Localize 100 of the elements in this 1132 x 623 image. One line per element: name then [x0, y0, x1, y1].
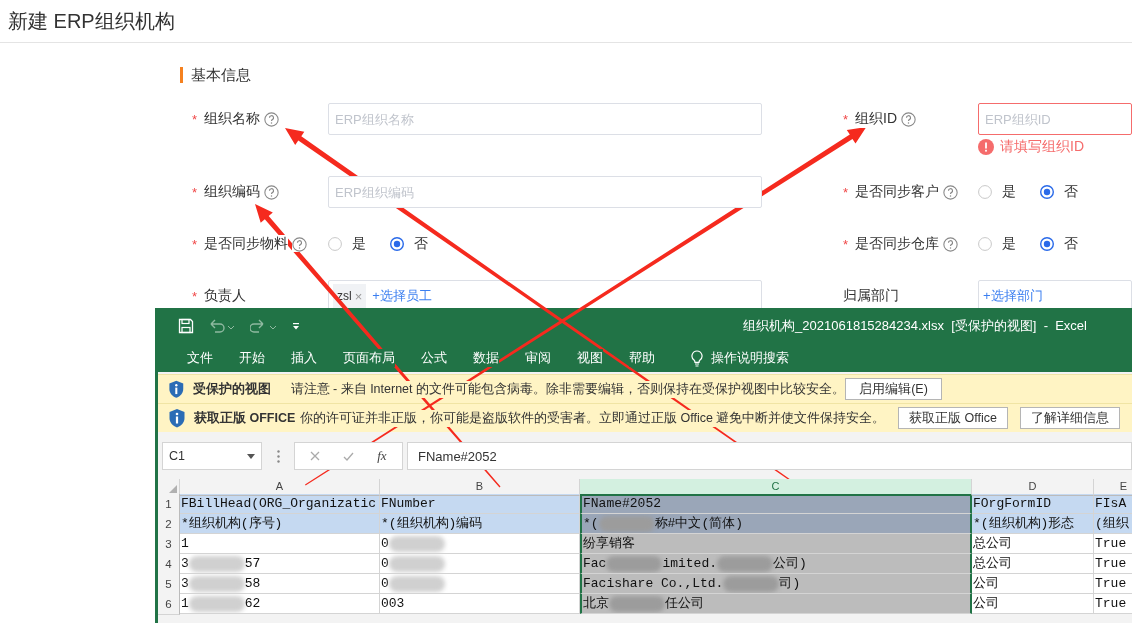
row-header[interactable]: 1 [158, 494, 180, 515]
cell-text: Facishare Co.,Ltd. [583, 575, 724, 593]
cell-text: *组织机构(序号) [181, 515, 283, 533]
cell-text: *( [583, 515, 599, 533]
radio-option[interactable]: 否 [1040, 235, 1078, 253]
help-icon[interactable] [264, 111, 280, 127]
message-bar-button[interactable]: 启用编辑(E) [845, 378, 942, 400]
tell-me-search[interactable]: 操作说明搜索 [691, 349, 789, 367]
radio-button [1040, 185, 1054, 199]
field-label: 是否同步物料 [204, 235, 289, 253]
help-icon[interactable] [901, 111, 917, 127]
radio-option[interactable]: 否 [390, 235, 428, 253]
cell-text: True [1095, 555, 1127, 573]
help-icon[interactable] [943, 184, 959, 200]
save-icon[interactable] [178, 318, 194, 334]
cell-text: 003 [381, 595, 405, 613]
column-header[interactable]: C [580, 479, 972, 496]
error-message: 请填写组织ID [1000, 138, 1084, 156]
radio-button [328, 237, 342, 251]
check-icon[interactable] [343, 451, 355, 461]
ribbon-tab[interactable]: 文件 [187, 349, 213, 367]
cell-text: FName#2052 [583, 495, 661, 513]
cell-text: 公司) [773, 555, 807, 573]
blurred-patch [717, 555, 773, 572]
radio-option[interactable]: 是 [978, 235, 1016, 253]
cell-text: FIsA [1095, 495, 1127, 513]
help-icon[interactable] [292, 236, 308, 252]
field-label: 组织ID [855, 110, 898, 128]
row-header[interactable]: 4 [158, 554, 180, 575]
message-bar-button[interactable]: 获取正版 Office [898, 407, 1008, 429]
dropdown-caret-icon[interactable] [247, 453, 255, 459]
formula-field[interactable]: FName#2052 [407, 442, 1132, 470]
undo-icon[interactable] [208, 319, 236, 333]
ribbon-tab[interactable]: 页面布局 [343, 349, 395, 367]
cell-text: True [1095, 535, 1127, 553]
ribbon-tab[interactable]: 开始 [239, 349, 265, 367]
radio-button [978, 237, 992, 251]
radio-option[interactable]: 是 [328, 235, 366, 253]
cell-text: 57 [244, 555, 261, 573]
info-shield-icon [168, 379, 185, 399]
cell-text: 纷享销客 [583, 535, 635, 553]
text-field[interactable]: ERP组织ID [978, 103, 1132, 135]
row-header[interactable]: 6 [158, 594, 180, 615]
cell-text: (组织 [1095, 515, 1129, 533]
ribbon-tab[interactable]: 视图 [577, 349, 603, 367]
section-title: 基本信息 [191, 65, 251, 85]
row-header[interactable]: 3 [158, 534, 180, 555]
blurred-patch [723, 575, 780, 592]
ribbon-tab[interactable]: 数据 [473, 349, 499, 367]
cell-text: 称#中文(简体) [654, 515, 743, 533]
help-icon[interactable] [943, 236, 959, 252]
name-box[interactable]: C1 [162, 442, 262, 470]
info-shield-icon [168, 408, 186, 428]
radio-button [390, 237, 404, 251]
cell-text: 3 [181, 555, 189, 573]
lightbulb-icon [691, 349, 703, 367]
cell-text: 司) [779, 575, 801, 593]
section-accent-bar [180, 67, 183, 83]
cell-text: 北京 [583, 595, 609, 613]
row-header[interactable]: 2 [158, 514, 180, 535]
cell-text: *(组织机构)形态 [973, 515, 1075, 533]
radio-option[interactable]: 否 [1040, 183, 1078, 201]
ribbon-tab[interactable]: 公式 [421, 349, 447, 367]
page-title: 新建 ERP组织机构 [7, 9, 176, 34]
cell-text: 0 [381, 535, 389, 553]
cell-text: True [1095, 575, 1127, 593]
select-all-triangle-icon[interactable] [169, 485, 177, 493]
cell-text: 总公司 [973, 555, 1012, 573]
customize-toolbar-icon[interactable] [292, 322, 300, 330]
redo-icon[interactable] [250, 319, 278, 333]
blurred-patch [606, 555, 663, 572]
drag-handle-icon [276, 449, 280, 463]
cell-text: imited. [662, 555, 717, 573]
cell-text: 总公司 [973, 535, 1012, 553]
cell-text: 公司 [973, 595, 999, 613]
cancel-icon[interactable] [310, 451, 321, 461]
field-label: 负责人 [204, 287, 247, 305]
help-icon[interactable] [264, 184, 280, 200]
radio-button [978, 185, 992, 199]
radio-option[interactable]: 是 [978, 183, 1016, 201]
ribbon-tab[interactable]: 审阅 [525, 349, 551, 367]
blurred-patch [609, 595, 665, 612]
cell-text: FOrgFormID [973, 495, 1051, 513]
cell-text: 1 [181, 595, 189, 613]
cell-text: 公司 [973, 575, 999, 593]
message-bar-button[interactable]: 了解详细信息 [1020, 407, 1120, 429]
select-link[interactable]: +选择员工 [372, 287, 432, 305]
cell-text: FNumber [381, 495, 436, 513]
cell-text: 0 [381, 555, 389, 573]
ribbon-tab[interactable]: 插入 [291, 349, 317, 367]
field-label: 是否同步客户 [855, 183, 940, 201]
cell-text: 3 [181, 575, 189, 593]
blurred-patch [598, 515, 655, 532]
row-header[interactable]: 5 [158, 574, 180, 595]
select-link[interactable]: +选择部门 [983, 287, 1043, 305]
cell-text: FBillHead(ORG_Organizatic [181, 495, 377, 513]
field-label: 是否同步仓库 [855, 235, 940, 253]
ribbon-tab[interactable]: 帮助 [629, 349, 655, 367]
cell-text: 0 [381, 575, 389, 593]
insert-function-button[interactable]: fx [377, 448, 387, 464]
